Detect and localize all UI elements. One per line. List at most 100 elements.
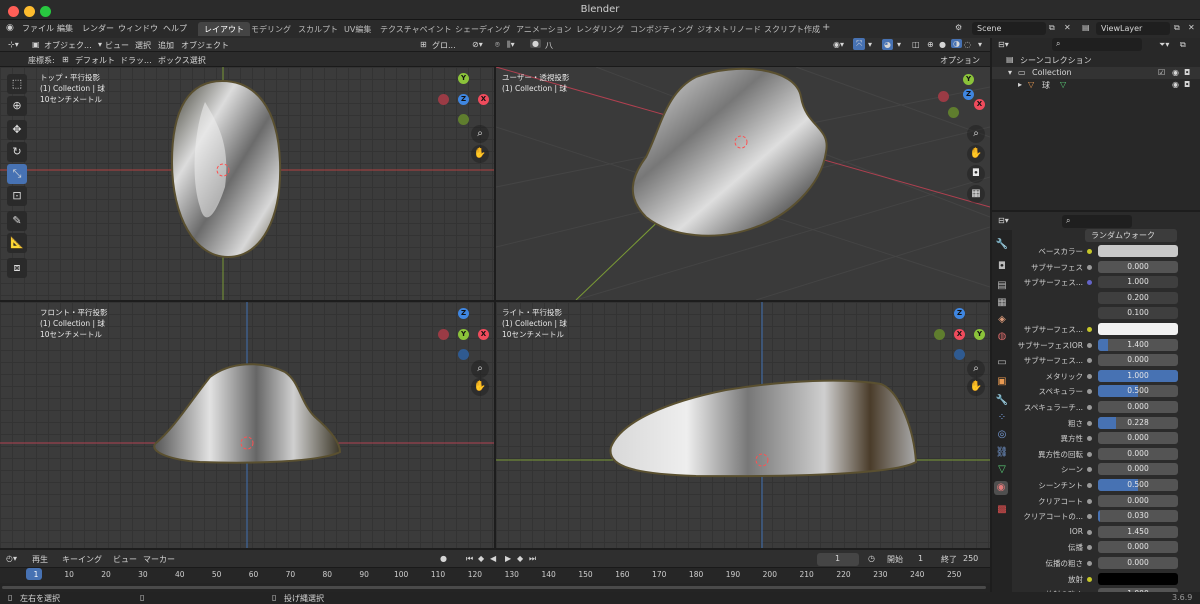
pivot-point-icon[interactable]: ⊘▾ (472, 40, 483, 49)
number-field[interactable]: 1.000 (1098, 369, 1178, 382)
color-swatch[interactable] (1098, 245, 1178, 257)
start-frame-value[interactable]: 1 (918, 554, 923, 563)
gizmo-x-axis[interactable]: X (478, 94, 489, 105)
gizmo-neg-x-axis[interactable] (938, 91, 949, 102)
zoom-icon[interactable]: ⌕ (471, 360, 489, 378)
collection-tab-icon[interactable]: ▭ (995, 356, 1009, 370)
menu-object[interactable]: オブジェクト (181, 40, 229, 51)
gizmo-x-axis[interactable]: X (478, 329, 489, 340)
marker-menu[interactable]: マーカー (143, 554, 175, 565)
options-dropdown[interactable]: オプション (940, 55, 980, 66)
viewlayer-selector-icon[interactable]: ▤ (1082, 23, 1090, 32)
viewport-top[interactable]: トップ・平行投影 (1) Collection | 球 10センチメートル Y … (0, 67, 494, 300)
sphere-mesh[interactable] (609, 379, 918, 478)
socket-dot-icon[interactable] (1087, 280, 1092, 286)
zoom-icon[interactable]: ⌕ (967, 360, 985, 378)
socket-dot-icon[interactable] (1087, 561, 1092, 566)
viewport-right[interactable]: ライト・平行投影 (1) Collection | 球 10センチメートル Z … (496, 302, 990, 548)
tab-sculpt[interactable]: スカルプト (292, 22, 344, 36)
scale-tool-icon[interactable]: ⤡ (7, 164, 27, 184)
number-field[interactable]: 0.000 (1098, 401, 1178, 413)
sphere-mesh[interactable] (631, 67, 828, 237)
select-tool-icon[interactable]: ⬚ (7, 74, 27, 94)
tab-modeling[interactable]: モデリング (245, 22, 297, 36)
coord-system-selector[interactable]: デフォルト (75, 55, 115, 66)
delete-scene-icon[interactable]: ✕ (1064, 23, 1071, 32)
new-viewlayer-icon[interactable]: ⧉ (1174, 23, 1180, 33)
gizmo-neg-y-axis[interactable] (948, 107, 959, 118)
perspective-toggle-icon[interactable]: ▦ (967, 185, 985, 203)
socket-dot-icon[interactable] (1087, 264, 1092, 270)
tab-compositing[interactable]: コンポジティング (624, 22, 700, 36)
socket-dot-icon[interactable] (1087, 405, 1092, 410)
number-field[interactable]: 0.000 (1098, 541, 1178, 554)
collection-label[interactable]: Collection (1032, 68, 1072, 77)
number-field[interactable]: 0.228 (1098, 416, 1178, 429)
number-field[interactable]: 1.450 (1098, 525, 1178, 538)
snap-toggle-icon[interactable]: ⌾ (495, 40, 500, 50)
gizmo-toggle-icon[interactable]: ⤧ (853, 38, 866, 50)
socket-dot-icon[interactable] (1087, 373, 1092, 379)
timeline-scrollbar-thumb[interactable] (2, 586, 986, 589)
tab-geometry-nodes[interactable]: ジオメトリノード (691, 22, 767, 36)
socket-dot-icon[interactable] (1087, 498, 1092, 504)
add-cube-tool-icon[interactable]: ⧈ (7, 258, 27, 278)
transform-orientation-selector[interactable]: グロ... (432, 40, 456, 51)
record-icon[interactable]: ● (440, 554, 447, 563)
next-keyframe-icon[interactable]: ◆ (517, 554, 523, 563)
subsurface-method-dropdown[interactable]: ランダムウォーク (1085, 229, 1177, 242)
outliner-editor-icon[interactable]: ⊟▾ (998, 40, 1009, 49)
number-field[interactable]: 0.000 (1098, 260, 1178, 273)
pan-hand-icon[interactable]: ✋ (471, 378, 489, 396)
eye-icon[interactable]: ◉ (1172, 80, 1179, 89)
number-field[interactable]: 0.000 (1098, 447, 1178, 460)
camera-view-icon[interactable]: ◘ (967, 165, 985, 183)
tab-layout[interactable]: レイアウト (198, 22, 250, 36)
timeline-editor-icon[interactable]: ◴▾ (6, 554, 17, 563)
editor-type-icon[interactable]: ⊹▾ (8, 40, 19, 49)
socket-dot-icon[interactable] (1087, 514, 1092, 520)
menu-add[interactable]: 追加 (158, 40, 174, 51)
socket-dot-icon[interactable] (1087, 545, 1092, 551)
gizmo-neg-x-axis[interactable] (438, 94, 449, 105)
gizmo-z-axis[interactable]: Z (458, 308, 469, 319)
scene-selector-icon[interactable]: ⚙ (955, 23, 962, 32)
menu-file[interactable]: ファイル (22, 23, 54, 34)
end-frame-value[interactable]: 250 (963, 554, 978, 563)
mode-selector[interactable]: オブジェク... (44, 40, 92, 51)
shading-rendered-icon[interactable]: ◌ (964, 40, 971, 49)
viewport-front[interactable]: フロント・平行投影 (1) Collection | 球 10センチメートル Z… (0, 302, 494, 548)
current-frame-field[interactable]: 1 (817, 553, 859, 566)
shading-dropdown-icon[interactable]: ▾ (978, 40, 982, 49)
menu-select[interactable]: 選択 (135, 40, 151, 51)
menu-help[interactable]: ヘルプ (163, 23, 187, 34)
transform-tool-icon[interactable]: ⊡ (7, 186, 27, 206)
keying-menu[interactable]: キーイング (62, 554, 102, 565)
particles-tab-icon[interactable]: ⁘ (995, 411, 1009, 425)
timeline-scrollbar[interactable] (0, 583, 990, 592)
scene-tab-icon[interactable]: ◈ (995, 313, 1009, 327)
color-swatch[interactable] (1098, 323, 1178, 335)
rotate-tool-icon[interactable]: ↻ (7, 142, 27, 162)
number-field[interactable]: 0.000 (1098, 463, 1178, 476)
pan-hand-icon[interactable]: ✋ (967, 378, 985, 396)
gizmo-z-axis[interactable]: Z (954, 308, 965, 319)
viewlayer-name-field[interactable]: ViewLayer (1096, 22, 1170, 35)
shading-material-icon[interactable]: ◑ (951, 39, 962, 48)
number-field[interactable]: 0.000 (1098, 557, 1178, 569)
play-reverse-icon[interactable]: ◀ (490, 554, 496, 563)
gizmo-x-axis[interactable]: X (954, 329, 965, 340)
number-field[interactable]: 1.400 (1098, 338, 1178, 351)
render-tab-icon[interactable]: ◘ (995, 260, 1009, 274)
socket-dot-icon[interactable] (1087, 576, 1092, 582)
tab-texture-paint[interactable]: テクスチャペイント (374, 22, 458, 36)
object-label[interactable]: 球 (1042, 80, 1050, 91)
gizmo-neg-x-axis[interactable] (438, 329, 449, 340)
measure-tool-icon[interactable]: 📐 (7, 233, 27, 253)
gizmo-y-axis[interactable]: Y (963, 74, 974, 85)
physics-tab-icon[interactable]: ◎ (995, 428, 1009, 442)
clock-icon[interactable]: ◷ (868, 554, 875, 563)
socket-dot-icon[interactable] (1087, 389, 1092, 395)
tab-rendering[interactable]: レンダリング (570, 22, 630, 36)
menu-view[interactable]: ビュー (105, 40, 129, 51)
